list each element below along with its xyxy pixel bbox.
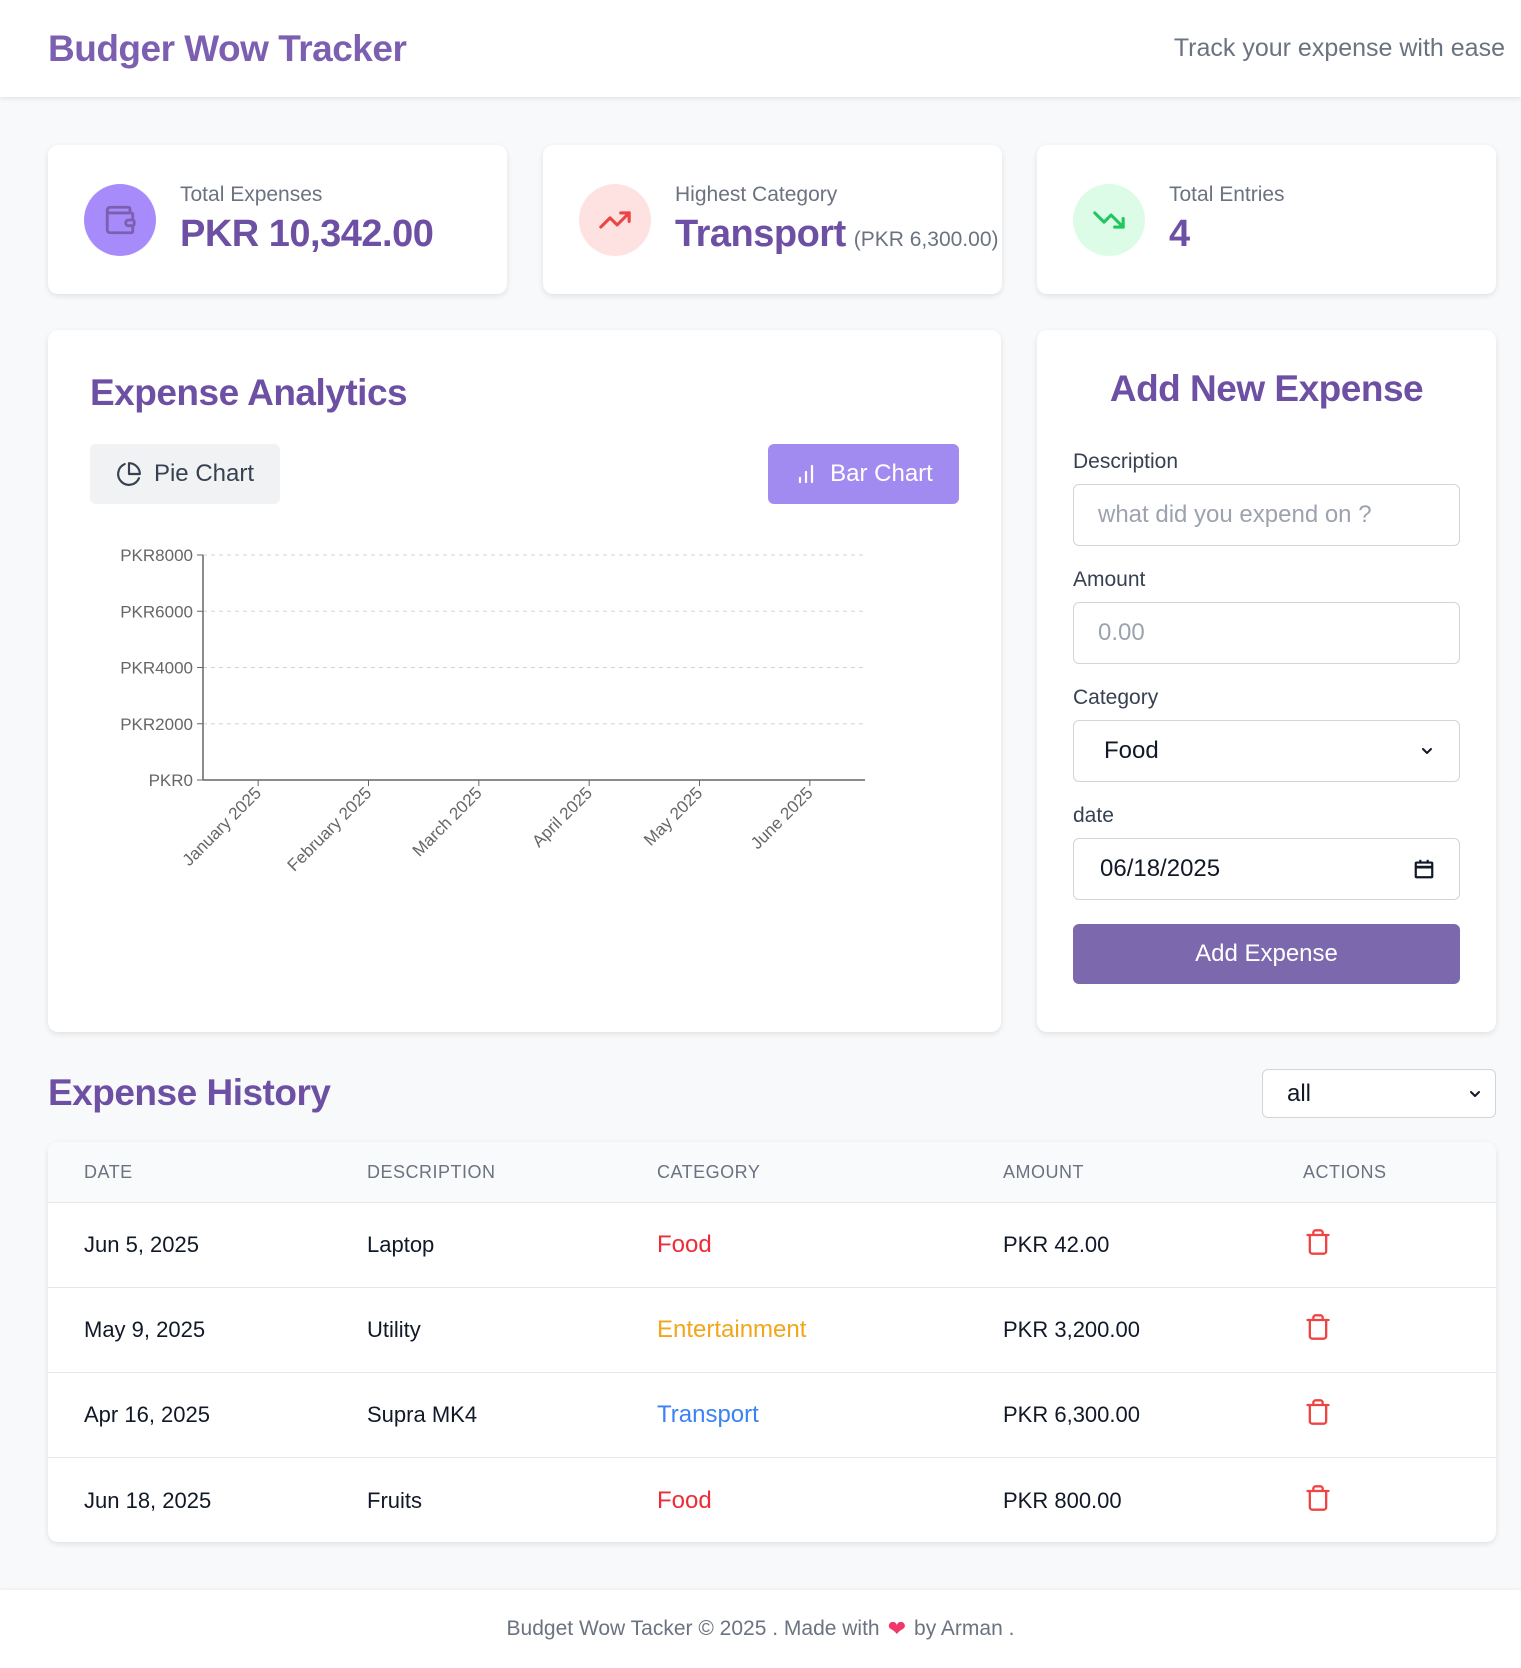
trash-icon: [1306, 1399, 1330, 1425]
y-tick-label: PKR0: [149, 771, 193, 790]
x-tick-label: June 2025: [747, 783, 817, 853]
category-filter-select[interactable]: all: [1262, 1069, 1496, 1118]
y-tick-label: PKR4000: [120, 659, 193, 678]
stat-value: Transport (PKR 6,300.00): [675, 213, 999, 256]
expense-history-table: DATE DESCRIPTION CATEGORY AMOUNT ACTIONS…: [48, 1142, 1496, 1542]
delete-button[interactable]: [1304, 1398, 1332, 1432]
footer-author: by Arman .: [914, 1617, 1015, 1640]
category-select[interactable]: Food: [1073, 720, 1460, 782]
y-tick-label: PKR8000: [120, 546, 193, 565]
table-row: Apr 16, 2025 Supra MK4 Transport PKR 6,3…: [48, 1373, 1496, 1458]
stat-card-total-expenses: Total Expenses PKR 10,342.00: [48, 145, 507, 294]
trash-icon: [1306, 1229, 1330, 1255]
x-tick-label: April 2025: [528, 783, 596, 851]
trash-icon: [1306, 1314, 1330, 1340]
row-amount: PKR 6,300.00: [1003, 1402, 1140, 1427]
history-title: Expense History: [48, 1072, 331, 1113]
table-row: Jun 5, 2025 Laptop Food PKR 42.00: [48, 1203, 1496, 1288]
row-date: Jun 18, 2025: [84, 1487, 212, 1513]
table-row: Jun 18, 2025 Fruits Food PKR 800.00: [48, 1458, 1496, 1542]
expense-bar-chart: PKR0 PKR2000 PKR4000 PKR6000 PKR8000 January …: [120, 546, 865, 875]
stat-card-highest-category: Highest Category Transport (PKR 6,300.00): [543, 145, 1002, 294]
delete-button[interactable]: [1304, 1228, 1332, 1262]
date-label: date: [1073, 804, 1114, 827]
highest-category-amount: (PKR 6,300.00): [853, 228, 999, 251]
row-date: Jun 5, 2025: [84, 1232, 199, 1257]
row-date: May 9, 2025: [84, 1317, 206, 1342]
stat-value: PKR 10,342.00: [180, 213, 434, 255]
stat-value: 4: [1169, 213, 1190, 255]
row-category: Food: [657, 1231, 712, 1258]
delete-button[interactable]: [1304, 1484, 1332, 1518]
trash-icon: [1306, 1484, 1330, 1511]
row-description: Supra MK4: [367, 1402, 478, 1427]
calendar-icon[interactable]: [1413, 858, 1435, 880]
bar-chart-label: Bar Chart: [830, 460, 933, 487]
column-header-category: CATEGORY: [657, 1161, 761, 1182]
app-header: Budger Wow Tracker Track your expense wi…: [0, 0, 1521, 97]
x-tick-label: March 2025: [409, 783, 486, 860]
delete-button[interactable]: [1304, 1313, 1332, 1347]
brand-title[interactable]: Budger Wow Tracker: [48, 28, 407, 70]
bar-chart-icon: [799, 464, 814, 484]
x-tick-label: May 2025: [640, 783, 706, 849]
form-title: Add New Expense: [1109, 368, 1424, 409]
row-amount: PKR 42.00: [1003, 1232, 1110, 1257]
chevron-down-icon: [1422, 748, 1432, 754]
date-input[interactable]: 06/18/2025: [1073, 838, 1460, 900]
pie-chart-button[interactable]: Pie Chart: [90, 444, 280, 504]
description-input[interactable]: what did you expend on ?: [1073, 484, 1460, 546]
row-amount: PKR 3,200.00: [1003, 1317, 1140, 1342]
column-header-date: DATE: [84, 1161, 133, 1182]
add-expense-card: Add New Expense Description what did you…: [1037, 330, 1496, 1032]
bar-chart-button[interactable]: Bar Chart: [768, 444, 959, 504]
date-value: 06/18/2025: [1100, 855, 1221, 882]
pie-chart-label: Pie Chart: [153, 460, 255, 487]
heart-icon: ❤: [887, 1616, 907, 1641]
category-selected-value: Food: [1104, 737, 1159, 764]
table-header: DATE DESCRIPTION CATEGORY AMOUNT ACTIONS: [48, 1142, 1496, 1203]
amount-input[interactable]: 0.00: [1073, 602, 1460, 664]
stat-label: Total Entries: [1169, 183, 1285, 206]
amount-label: Amount: [1073, 568, 1146, 591]
chevron-down-icon: [1470, 1090, 1480, 1097]
row-date: Apr 16, 2025: [84, 1402, 210, 1427]
pie-chart-icon: [117, 462, 141, 486]
description-label: Description: [1073, 450, 1179, 473]
stat-label: Total Expenses: [180, 183, 323, 206]
row-amount: PKR 800.00: [1003, 1487, 1122, 1513]
trending-up-icon: [579, 183, 651, 256]
highest-category-name: Transport: [675, 213, 846, 255]
row-category: Food: [657, 1486, 712, 1514]
add-expense-button[interactable]: Add Expense: [1073, 924, 1460, 984]
category-label: Category: [1073, 686, 1159, 709]
row-category: Transport: [657, 1401, 759, 1428]
stat-card-total-entries: Total Entries 4: [1037, 145, 1496, 294]
stat-label: Highest Category: [675, 183, 838, 206]
tagline: Track your expense with ease: [1173, 34, 1505, 62]
analytics-card: Expense Analytics Pie Chart Bar Chart PK…: [48, 330, 1001, 1032]
x-tick-label: January 2025: [179, 783, 265, 869]
y-tick-label: PKR2000: [120, 715, 193, 734]
amount-placeholder: 0.00: [1098, 619, 1145, 646]
row-description: Laptop: [367, 1232, 435, 1257]
row-category: Entertainment: [657, 1316, 807, 1343]
description-placeholder: what did you expend on ?: [1098, 501, 1372, 528]
table-row: May 9, 2025 Utility Entertainment PKR 3,…: [48, 1288, 1496, 1373]
filter-selected-value: all: [1287, 1079, 1312, 1107]
x-tick-label: February 2025: [284, 783, 376, 875]
y-tick-label: PKR6000: [120, 602, 193, 621]
column-header-actions: ACTIONS: [1303, 1161, 1387, 1182]
footer: Budget Wow Tacker © 2025 . Made with ❤ b…: [0, 1590, 1521, 1668]
column-header-amount: AMOUNT: [1003, 1161, 1084, 1182]
row-description: Fruits: [367, 1487, 422, 1513]
footer-text: Budget Wow Tacker © 2025 . Made with: [506, 1617, 880, 1640]
column-header-description: DESCRIPTION: [367, 1161, 496, 1182]
wallet-icon: [84, 183, 156, 256]
row-description: Utility: [367, 1317, 421, 1342]
trending-down-icon: [1073, 183, 1145, 256]
analytics-title: Expense Analytics: [90, 372, 408, 413]
